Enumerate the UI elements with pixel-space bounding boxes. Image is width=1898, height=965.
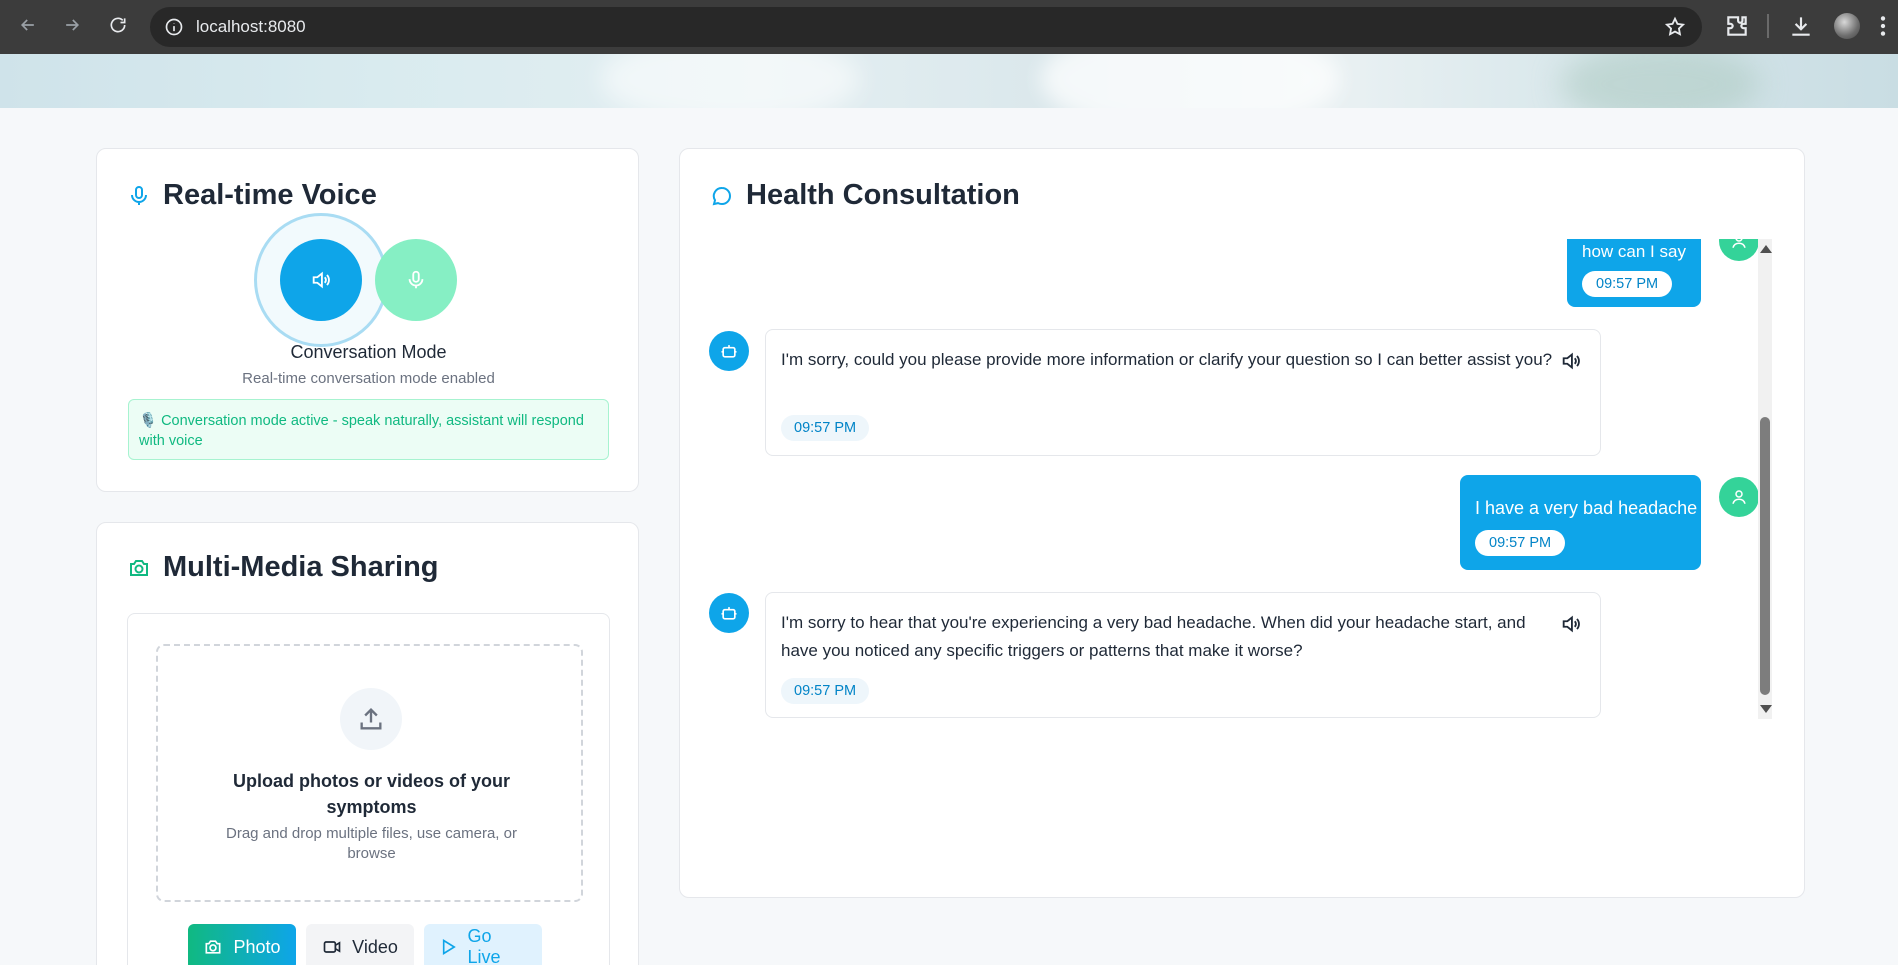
browser-toolbar: localhost:8080 xyxy=(0,0,1898,54)
camera-icon xyxy=(205,940,221,954)
chat-card-header: Health Consultation xyxy=(710,179,1020,212)
chat-card-title: Health Consultation xyxy=(746,179,1020,211)
dropzone[interactable]: Upload photos or videos of your symptoms… xyxy=(156,644,583,902)
url-text[interactable]: localhost:8080 xyxy=(196,17,306,37)
profile-avatar[interactable] xyxy=(1834,13,1860,39)
robot-icon xyxy=(721,607,737,620)
video-icon xyxy=(323,941,341,953)
go-live-button-label: Go Live xyxy=(467,926,501,965)
back-icon[interactable] xyxy=(16,13,40,37)
more-menu-icon[interactable] xyxy=(1874,13,1892,39)
forward-icon[interactable] xyxy=(60,13,84,37)
user-message-text: I have a very bad headache xyxy=(1475,498,1698,518)
message-timestamp: 09:57 PM xyxy=(781,678,870,704)
message-timestamp: 09:57 PM xyxy=(1582,271,1673,297)
assistant-message-text: I'm sorry, could you please provide more… xyxy=(781,350,1553,369)
chat-scrollbar[interactable] xyxy=(1758,239,1772,719)
conversation-status: 🎙️ Conversation mode active - speak natu… xyxy=(128,399,609,460)
video-button[interactable]: Video xyxy=(306,924,414,965)
voice-card: Real-time Voice Conversation Mode Real-t… xyxy=(96,148,639,492)
toolbar-divider xyxy=(1767,14,1769,38)
bookmark-star-icon[interactable] xyxy=(1664,16,1686,38)
speaker-button[interactable] xyxy=(280,239,362,321)
user-avatar xyxy=(1719,239,1759,261)
mic-button[interactable] xyxy=(375,239,457,321)
upload-subtitle: Drag and drop multiple files, use camera… xyxy=(226,825,517,862)
voice-card-header: Real-time Voice xyxy=(127,179,377,212)
chat-card: Health Consultation how can I say 09:57 … xyxy=(679,148,1805,898)
upload-icon xyxy=(340,688,402,750)
robot-icon xyxy=(721,345,737,358)
download-icon[interactable] xyxy=(1788,13,1814,39)
user-avatar xyxy=(1719,477,1759,517)
mic-icon xyxy=(408,270,424,289)
user-message: how can I say 09:57 PM xyxy=(1567,239,1701,307)
chat-bubble-icon xyxy=(712,186,731,205)
camera-icon xyxy=(130,559,148,576)
address-bar[interactable]: localhost:8080 xyxy=(150,7,1702,47)
message-timestamp: 09:57 PM xyxy=(1475,530,1566,556)
user-message: I have a very bad headache 09:57 PM xyxy=(1460,475,1701,570)
media-upload-panel: Upload photos or videos of your symptoms… xyxy=(127,613,610,965)
upload-title: Upload photos or videos of your symptoms xyxy=(232,771,510,817)
scroll-up-arrow[interactable] xyxy=(1760,245,1772,253)
reload-icon[interactable] xyxy=(106,13,130,37)
media-card-header: Multi-Media Sharing xyxy=(127,551,439,584)
assistant-avatar xyxy=(709,331,749,371)
user-message-text: how can I say xyxy=(1582,242,1686,261)
scroll-down-arrow[interactable] xyxy=(1760,705,1772,713)
assistant-message: I'm sorry to hear that you're experienci… xyxy=(765,592,1601,718)
go-live-button[interactable]: Go Live xyxy=(424,924,542,965)
scroll-thumb[interactable] xyxy=(1760,417,1770,695)
message-list[interactable]: how can I say 09:57 PM I'm sorry, could … xyxy=(680,239,1776,719)
hero-banner xyxy=(0,54,1898,108)
mode-title: Conversation Mode xyxy=(290,342,447,362)
photo-button-label: Photo xyxy=(233,936,281,957)
voice-card-title: Real-time Voice xyxy=(163,179,377,211)
assistant-avatar xyxy=(709,593,749,633)
assistant-message: I'm sorry, could you please provide more… xyxy=(765,329,1601,456)
photo-button[interactable]: Photo xyxy=(188,924,296,965)
play-audio-icon[interactable] xyxy=(1560,350,1582,372)
play-icon xyxy=(442,939,456,955)
video-button-label: Video xyxy=(352,936,398,957)
assistant-message-text: I'm sorry to hear that you're experienci… xyxy=(781,613,1526,660)
play-audio-icon[interactable] xyxy=(1560,613,1582,635)
extensions-icon[interactable] xyxy=(1724,13,1750,39)
media-card-title: Multi-Media Sharing xyxy=(163,551,439,583)
site-info-icon[interactable] xyxy=(164,17,184,37)
media-card: Multi-Media Sharing Upload photos or vid… xyxy=(96,522,639,965)
mode-subtitle: Real-time conversation mode enabled xyxy=(242,370,495,387)
message-timestamp: 09:57 PM xyxy=(781,415,870,441)
speaker-icon xyxy=(312,271,330,289)
microphone-icon xyxy=(131,185,147,205)
